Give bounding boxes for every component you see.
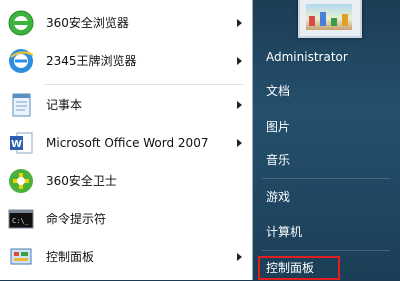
right-item-computer[interactable]: 计算机: [260, 219, 390, 245]
notepad-icon: [6, 91, 36, 119]
menu-item-control-panel[interactable]: 控制面板: [0, 238, 252, 276]
right-item-games[interactable]: 游戏: [260, 184, 390, 210]
menu-item-label: 2345王牌浏览器: [46, 54, 137, 68]
right-divider: [262, 178, 390, 179]
menu-item-label: 控制面板: [46, 250, 95, 264]
submenu-arrow-icon[interactable]: [237, 57, 242, 65]
menu-item-360-browser[interactable]: 360安全浏览器: [0, 4, 252, 42]
menu-divider: [44, 84, 244, 85]
annotation-highlight-box: [258, 256, 340, 280]
user-avatar[interactable]: [298, 0, 362, 38]
menu-item-label: 360安全卫士: [46, 174, 117, 188]
menu-item-notepad[interactable]: 记事本: [0, 86, 252, 124]
cmd-icon: C:\_: [6, 205, 36, 233]
menu-item-word-2007[interactable]: W Microsoft Office Word 2007: [0, 124, 252, 162]
submenu-arrow-icon[interactable]: [237, 139, 242, 147]
right-item-documents[interactable]: 文档: [260, 78, 390, 104]
submenu-arrow-icon[interactable]: [237, 101, 242, 109]
menu-item-label: Microsoft Office Word 2007: [46, 136, 209, 150]
control-panel-icon: [6, 243, 36, 271]
menu-item-label: 360安全浏览器: [46, 16, 129, 30]
2345-browser-icon: [6, 47, 36, 75]
right-item-username[interactable]: Administrator: [260, 44, 390, 70]
right-divider: [262, 250, 390, 251]
360-browser-icon: [6, 9, 36, 37]
submenu-arrow-icon[interactable]: [237, 253, 242, 261]
menu-item-label: 命令提示符: [46, 212, 107, 226]
right-item-music[interactable]: 音乐: [260, 147, 390, 173]
submenu-arrow-icon[interactable]: [237, 19, 242, 27]
menu-item-cmd[interactable]: C:\_ 命令提示符: [0, 200, 252, 238]
word-icon: W: [6, 129, 36, 157]
start-menu-programs-panel: 360安全浏览器 2345王牌浏览器 记事本 W Microsoft Offic…: [0, 0, 253, 280]
svg-text:W: W: [11, 139, 22, 150]
right-item-pictures[interactable]: 图片: [260, 114, 390, 140]
svg-text:C:\_: C:\_: [12, 217, 30, 225]
360-security-icon: [6, 167, 36, 195]
menu-item-2345-browser[interactable]: 2345王牌浏览器: [0, 42, 252, 80]
menu-item-label: 记事本: [46, 98, 83, 112]
menu-item-360-security[interactable]: 360安全卫士: [0, 162, 252, 200]
